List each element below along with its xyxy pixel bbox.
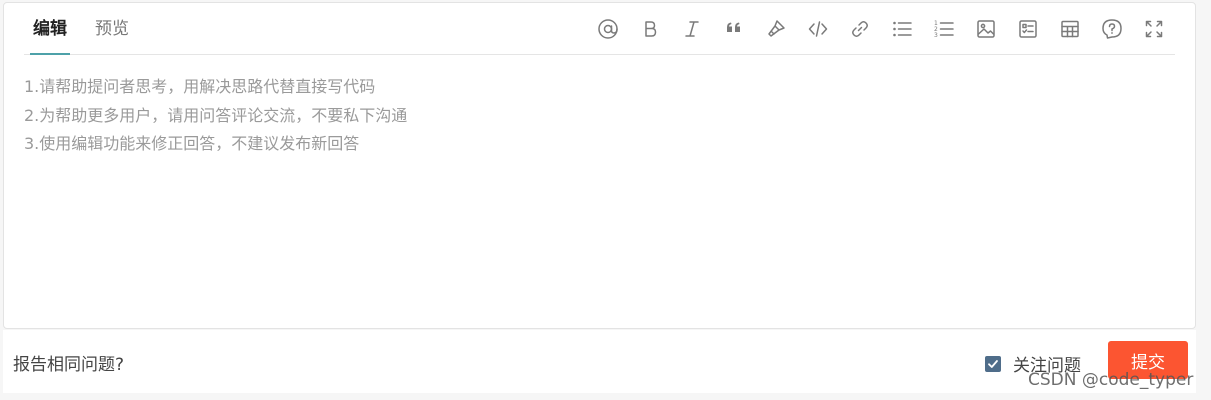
- format-painter-button[interactable]: [755, 14, 797, 44]
- ordered-list-button[interactable]: 1 2 3: [923, 14, 965, 44]
- table-icon: [1061, 20, 1079, 38]
- link-button[interactable]: [839, 14, 881, 44]
- tab-edit[interactable]: 编辑: [30, 18, 70, 55]
- fullscreen-button[interactable]: [1133, 14, 1175, 44]
- report-same-question-link[interactable]: 报告相同问题?: [13, 350, 124, 375]
- help-icon: [1102, 19, 1122, 39]
- bullet-list-button[interactable]: [881, 14, 923, 44]
- code-button[interactable]: [797, 14, 839, 44]
- bold-button[interactable]: [629, 14, 671, 44]
- bold-icon: [645, 21, 657, 37]
- fullscreen-icon: [1145, 20, 1163, 38]
- editor-toolbar: 1 2 3: [587, 14, 1175, 44]
- table-button[interactable]: [1049, 14, 1091, 44]
- at-icon: [598, 19, 618, 39]
- help-button[interactable]: [1091, 14, 1133, 44]
- csdn-watermark: CSDN @code_typer: [1028, 370, 1194, 390]
- image-button[interactable]: [965, 14, 1007, 44]
- mention-button[interactable]: [587, 14, 629, 44]
- link-icon: [852, 21, 868, 37]
- check-icon: [988, 359, 998, 368]
- follow-checkbox[interactable]: [985, 355, 1001, 372]
- unordered-list-icon: [893, 21, 912, 37]
- checklist-icon: [1019, 20, 1037, 38]
- svg-text:3: 3: [934, 32, 938, 39]
- code-icon: [808, 21, 828, 37]
- quote-icon: [727, 22, 740, 32]
- image-icon: [977, 20, 995, 38]
- tab-preview[interactable]: 预览: [95, 18, 129, 40]
- task-list-button[interactable]: [1007, 14, 1049, 44]
- italic-button[interactable]: [671, 14, 713, 44]
- paint-brush-icon: [768, 20, 785, 37]
- answer-textarea[interactable]: [24, 73, 1175, 320]
- answer-footer: 报告相同问题? 关注问题 提交: [3, 330, 1196, 393]
- ordered-list-icon: 1 2 3: [934, 20, 954, 39]
- answer-editor: 编辑 预览 1 2 3 1.请帮助提问者思考，用解决思路代替直接写代码 2.为帮…: [3, 2, 1196, 329]
- editor-tabbar: 编辑 预览 1 2 3: [24, 3, 1175, 55]
- italic-icon: [685, 21, 699, 37]
- quote-button[interactable]: [713, 14, 755, 44]
